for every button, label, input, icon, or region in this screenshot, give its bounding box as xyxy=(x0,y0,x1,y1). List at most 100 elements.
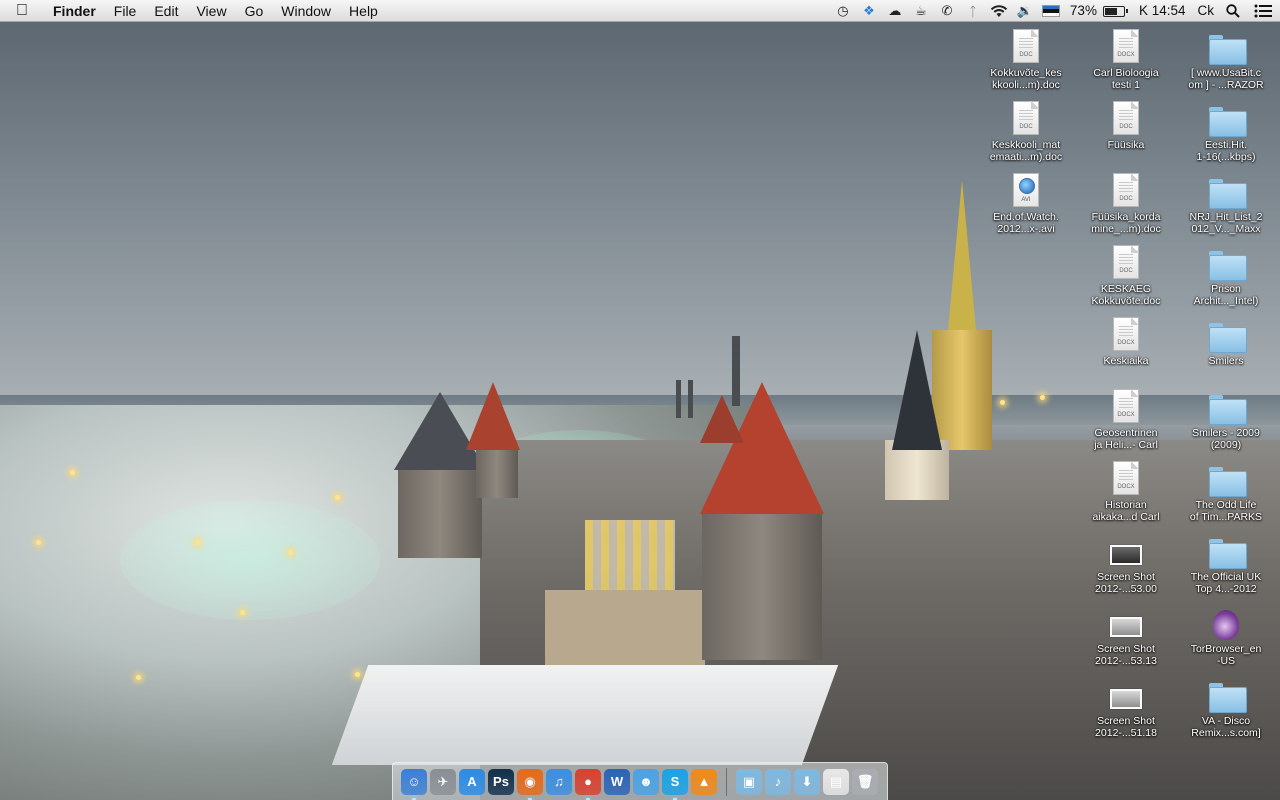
launchpad-icon[interactable]: ✈ xyxy=(430,768,456,795)
documents-stack-icon[interactable]: ▤ xyxy=(823,768,849,795)
folder-icon xyxy=(1209,683,1247,713)
music-folder-icon[interactable]: ♪ xyxy=(765,768,791,795)
desktop-item-doc[interactable]: DOC Füüsika xyxy=(1078,98,1174,151)
word-icon[interactable]: W xyxy=(604,768,630,795)
file-type-badge: AVI xyxy=(1021,197,1031,203)
apple-menu-icon[interactable]:  xyxy=(0,0,44,22)
desktop-item-folder[interactable]: VA - Disco Remix...s.com] xyxy=(1178,674,1274,739)
file-type-badge: DOC xyxy=(1019,52,1033,58)
cloud-icon[interactable]: ☁ xyxy=(882,0,908,22)
folder-icon xyxy=(1209,251,1247,281)
battery-percent[interactable]: 73% xyxy=(1064,0,1103,22)
menu-view[interactable]: View xyxy=(187,0,235,22)
desktop-item-label: Kokkuvõte_kes kkooli...m).doc xyxy=(990,67,1062,91)
desktop-item-label: Carl Bioloogia testi 1 xyxy=(1093,67,1159,91)
time-machine-icon[interactable]: ◷ xyxy=(830,0,856,22)
document-icon: DOC xyxy=(1113,245,1139,279)
cup-icon[interactable]: ☕ xyxy=(908,0,934,22)
desktop-item-folder[interactable]: Eesti.Hit. 1-16(...kbps) xyxy=(1178,98,1274,163)
menubar-user[interactable]: Ck xyxy=(1192,0,1221,22)
menu-app-finder[interactable]: Finder xyxy=(44,0,105,22)
desktop-item-folder[interactable]: NRJ_Hit_List_2 012_V..._Maxx xyxy=(1178,170,1274,235)
notification-list-icon[interactable] xyxy=(1246,0,1280,22)
battery-icon[interactable] xyxy=(1102,5,1128,17)
desktop-item-avi[interactable]: AVI End.of.Watch. 2012...x-.avi xyxy=(978,170,1074,235)
volume-icon[interactable]: 🔉 xyxy=(1012,0,1038,22)
folder-icon xyxy=(1209,467,1247,497)
desktop-item-label: Eesti.Hit. 1-16(...kbps) xyxy=(1196,139,1256,163)
desktop-item-label: Füüsika xyxy=(1107,139,1145,151)
desktop-item-shot-light[interactable]: Screen Shot 2012-...53.13 xyxy=(1078,602,1174,667)
phone-icon[interactable]: ✆ xyxy=(934,0,960,22)
menu-go[interactable]: Go xyxy=(236,0,273,22)
desktop-item-doc[interactable]: DOC Kokkuvõte_kes kkooli...m).doc xyxy=(978,26,1074,91)
desktop-item-doc[interactable]: DOC Keskkooli_mat emaati...m).doc xyxy=(978,98,1074,163)
desktop-item-folder[interactable]: Smilers - 2009 (2009) xyxy=(1178,386,1274,451)
photoshop-icon[interactable]: Ps xyxy=(488,768,514,795)
chrome-icon[interactable]: ● xyxy=(575,768,601,800)
file-type-badge: DOC xyxy=(1119,124,1133,130)
spotlight-icon[interactable] xyxy=(1220,0,1246,22)
bluetooth-icon[interactable]: ᛏ xyxy=(960,0,986,22)
desktop-item-doc[interactable]: DOCX Historian aikaka...d Carl xyxy=(1078,458,1174,523)
desktop-item-onion[interactable]: TorBrowser_en -US xyxy=(1178,602,1274,667)
firefox-icon[interactable]: ◉ xyxy=(517,768,543,800)
file-type-badge: DOC xyxy=(1119,268,1133,274)
desktop-item-label: Füüsika_korda mine_...m).doc xyxy=(1091,211,1161,235)
desktop-item-folder[interactable]: [ www.UsaBit.c om ] - ...RAZOR xyxy=(1178,26,1274,91)
document-icon: DOCX xyxy=(1113,389,1139,423)
file-type-badge: DOCX xyxy=(1117,340,1135,346)
desktop-item-shot-light[interactable]: Screen Shot 2012-...51.18 xyxy=(1078,674,1174,739)
trash-icon[interactable]: 🗑 xyxy=(852,768,878,795)
itunes-icon[interactable]: ♫ xyxy=(546,768,572,795)
desktop-item-folder[interactable]: The Official UK Top 4...-2012 xyxy=(1178,530,1274,595)
estonian-flag-icon[interactable] xyxy=(1038,0,1064,22)
desktop-item-label: Geosentrinen ja Heli...- Carl xyxy=(1094,427,1158,451)
desktop-item-folder[interactable]: The Odd Life of Tim...PARKS xyxy=(1178,458,1274,523)
desktop-item-label: Prison Archit..._Intel) xyxy=(1193,283,1259,307)
desktop-item-doc[interactable]: DOCX Geosentrinen ja Heli...- Carl xyxy=(1078,386,1174,451)
document-icon: DOCX xyxy=(1113,317,1139,351)
document-icon: DOCX xyxy=(1113,29,1139,63)
app-store-icon[interactable]: A xyxy=(459,768,485,795)
folder-icon xyxy=(1209,395,1247,425)
desktop-item-doc[interactable]: DOCX Keskiaika xyxy=(1078,314,1174,367)
desktop-item-folder[interactable]: Prison Archit..._Intel) xyxy=(1178,242,1274,307)
wifi-icon[interactable] xyxy=(986,0,1012,22)
document-icon: DOC xyxy=(1013,101,1039,135)
document-icon: DOC xyxy=(1113,173,1139,207)
folder-icon xyxy=(1209,35,1247,65)
downloads-folder-icon[interactable]: ⬇ xyxy=(794,768,820,795)
menu-file[interactable]: File xyxy=(105,0,146,22)
menu-window[interactable]: Window xyxy=(272,0,340,22)
screenshot-thumbnail-icon xyxy=(1110,545,1142,565)
desktop-item-doc[interactable]: DOC Füüsika_korda mine_...m).doc xyxy=(1078,170,1174,235)
menubar-clock[interactable]: K 14:54 xyxy=(1133,0,1192,22)
folder-icon xyxy=(1209,323,1247,353)
folder-icon xyxy=(1209,179,1247,209)
desktop-item-doc[interactable]: DOC KESKAEG Kokkuvõte.doc xyxy=(1078,242,1174,307)
screenshot-thumbnail-icon xyxy=(1110,617,1142,637)
file-type-badge: DOCX xyxy=(1117,412,1135,418)
applications-folder-icon[interactable]: ▣ xyxy=(736,768,762,795)
menu-help[interactable]: Help xyxy=(340,0,387,22)
menu-edit[interactable]: Edit xyxy=(145,0,187,22)
desktop-item-label: The Official UK Top 4...-2012 xyxy=(1190,571,1262,595)
desktop-item-label: Historian aikaka...d Carl xyxy=(1092,499,1160,523)
file-type-badge: DOC xyxy=(1119,196,1133,202)
desktop-item-shot[interactable]: Screen Shot 2012-...53.00 xyxy=(1078,530,1174,595)
file-type-badge: DOC xyxy=(1019,124,1033,130)
finder-icon[interactable]: ☺ xyxy=(401,768,427,800)
video-file-icon: AVI xyxy=(1013,173,1039,207)
desktop-item-folder[interactable]: Smilers xyxy=(1178,314,1274,367)
dropbox-icon[interactable]: ❖ xyxy=(856,0,882,22)
desktop-item-label: Keskiaika xyxy=(1103,355,1149,367)
vlc-icon[interactable]: ▲ xyxy=(691,768,717,795)
desktop-item-doc[interactable]: DOCX Carl Bioloogia testi 1 xyxy=(1078,26,1174,91)
desktop-item-label: KESKAEG Kokkuvõte.doc xyxy=(1091,283,1161,307)
desktop-item-label: [ www.UsaBit.c om ] - ...RAZOR xyxy=(1188,67,1264,91)
messenger-icon[interactable]: ☻ xyxy=(633,768,659,795)
menu-bar:  Finder File Edit View Go Window Help ◷… xyxy=(0,0,1280,22)
dock: ☺ ✈ A Ps ◉ ♫ ● W ☻ S ▲ ▣ ♪ ⬇ ▤ 🗑 xyxy=(392,762,888,800)
skype-icon[interactable]: S xyxy=(662,768,688,800)
